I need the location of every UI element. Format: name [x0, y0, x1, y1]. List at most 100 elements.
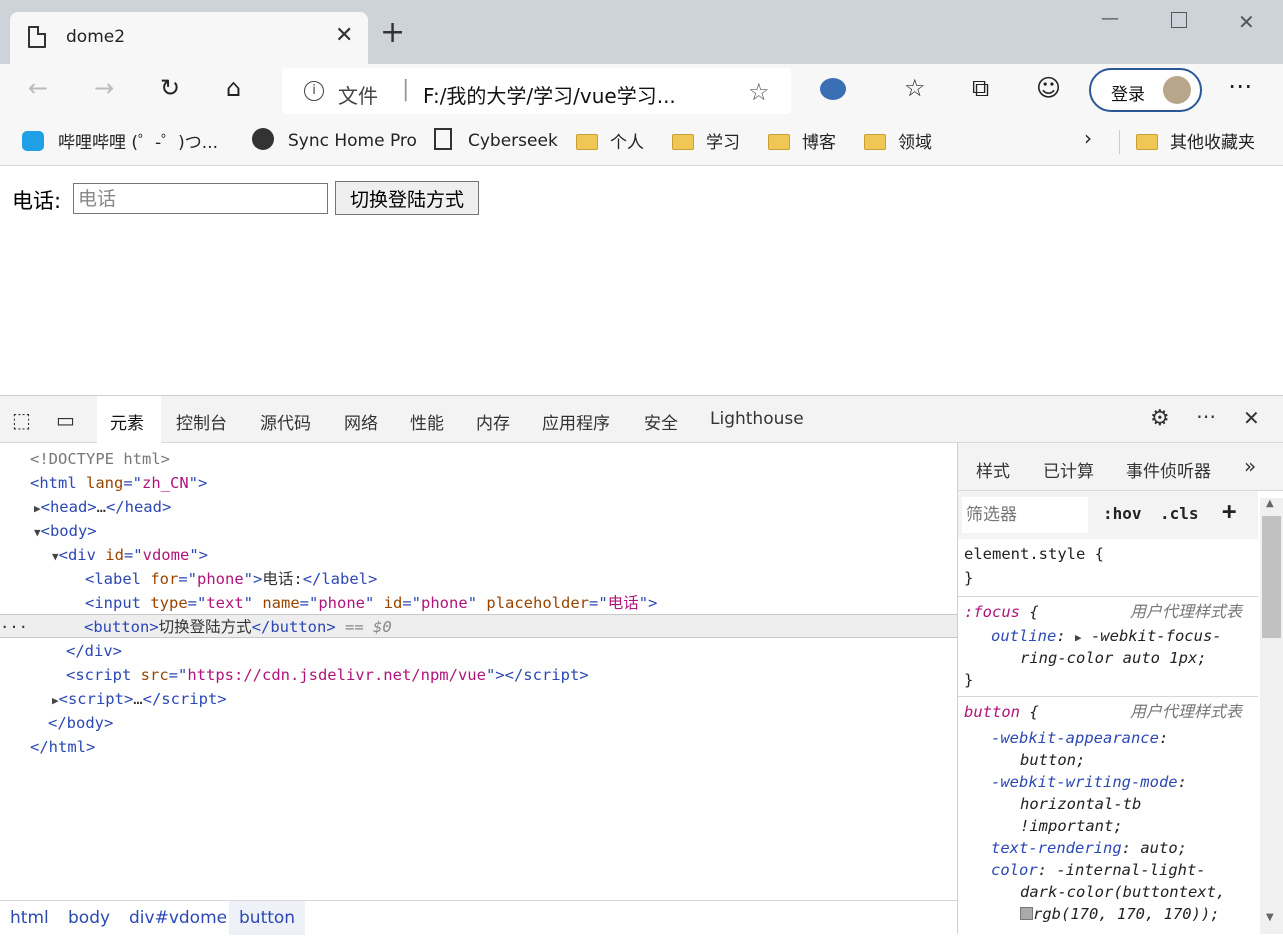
tree-line-div-close[interactable]: </div> [66, 639, 1023, 663]
crumb-button[interactable]: button [229, 901, 306, 935]
prop-color[interactable]: color: -internal-light- [991, 859, 1206, 881]
address-bar[interactable]: i 文件 | F:/我的大学/学习/vue学习... ☆ [282, 68, 791, 114]
tree-line-body-close[interactable]: </body> [48, 711, 1005, 735]
rule-selector[interactable]: button { [964, 701, 1039, 723]
tree-line-script-src[interactable]: <script src="https://cdn.jsdelivr.net/np… [66, 663, 1023, 687]
address-file-label: 文件 [338, 84, 378, 108]
tab-security[interactable]: 安全 [644, 409, 678, 434]
cls-button[interactable]: .cls [1160, 504, 1199, 523]
bookmark-folder-blog[interactable]: 博客 [768, 128, 836, 153]
login-label: 登录 [1111, 85, 1145, 105]
close-window-icon[interactable]: ✕ [1238, 10, 1255, 34]
close-tab-icon[interactable]: ✕ [335, 23, 353, 48]
breadcrumb: html body div#vdome button [0, 900, 957, 935]
styles-filter-input[interactable] [962, 497, 1088, 533]
tab-elements[interactable]: 元素 [98, 409, 156, 448]
tab-computed[interactable]: 已计算 [1043, 457, 1094, 482]
bookmark-divider [1119, 130, 1120, 154]
rule-button: button { 用户代理样式表 -webkit-appearance: but… [958, 699, 1258, 939]
rule-selector[interactable]: :focus { [964, 601, 1039, 623]
browser-tab[interactable]: dome2 ✕ [10, 12, 368, 64]
collections-icon[interactable]: ⧉ [972, 76, 989, 100]
rule-close: } [964, 671, 974, 689]
prop-webkit-writing-mode[interactable]: -webkit-writing-mode: [991, 771, 1187, 793]
back-icon[interactable]: ← [28, 76, 48, 100]
feedback-icon[interactable]: ☺ [1036, 76, 1061, 100]
tree-line-body[interactable]: ▼<body> [34, 519, 991, 543]
scroll-up-icon[interactable]: ▲ [1266, 498, 1274, 509]
tab-styles[interactable]: 样式 [972, 457, 1014, 494]
prop-outline-cont: ring-color auto 1px; [1020, 649, 1207, 667]
scroll-down-icon[interactable]: ▼ [1266, 912, 1274, 923]
sync-icon [252, 128, 274, 150]
bookmark-bilibili[interactable]: 哔哩哔哩 (゜-゜)つ... [22, 128, 218, 153]
gear-icon[interactable]: ⚙ [1150, 406, 1170, 431]
bookmark-cyberseek[interactable]: Cyberseek [434, 128, 558, 152]
tab-lighthouse[interactable]: Lighthouse [710, 409, 804, 429]
color-swatch[interactable] [1020, 907, 1033, 920]
tree-line-html[interactable]: <html lang="zh_CN"> [30, 471, 987, 495]
bookmark-folder-other[interactable]: 其他收藏夹 [1136, 128, 1255, 153]
crumb-html[interactable]: html [10, 908, 49, 928]
more-icon[interactable]: ⋯ [1228, 74, 1252, 98]
tree-line-html-close[interactable]: </html> [30, 735, 987, 759]
rule-selector[interactable]: element.style { [964, 543, 1104, 565]
tree-line-div[interactable]: ▼<div id="vdome"> [52, 543, 1009, 567]
tab-memory[interactable]: 内存 [476, 409, 510, 434]
refresh-icon[interactable]: ↻ [160, 76, 180, 100]
rule-close: } [964, 569, 974, 587]
styles-scrollbar-thumb[interactable] [1262, 516, 1281, 638]
hov-button[interactable]: :hov [1103, 504, 1142, 523]
bookmark-label: Cyberseek [468, 131, 558, 151]
bookmark-folder-personal[interactable]: 个人 [576, 128, 644, 153]
tab-application[interactable]: 应用程序 [542, 409, 610, 434]
prop-outline[interactable]: outline: ▶ -webkit-focus- [991, 625, 1222, 649]
folder-icon [768, 134, 790, 150]
prop-webkit-appearance[interactable]: -webkit-appearance: [991, 727, 1168, 749]
devtools-tabbar: ⬚ ▭ 元素 控制台 源代码 网络 性能 内存 应用程序 安全 Lighthou… [0, 395, 1283, 448]
chevron-right-icon[interactable]: › [1084, 126, 1092, 150]
prop-color-value: dark-color(buttontext, [1020, 883, 1226, 901]
tree-line-doctype[interactable]: <!DOCTYPE html> [30, 447, 987, 471]
tab-sources[interactable]: 源代码 [260, 409, 311, 434]
tab-network[interactable]: 网络 [344, 409, 378, 434]
address-url[interactable]: F:/我的大学/学习/vue学习... [423, 80, 676, 109]
bookmark-folder-domain[interactable]: 领域 [864, 128, 932, 153]
new-tab-button[interactable]: + [380, 18, 405, 48]
tab-performance[interactable]: 性能 [410, 409, 444, 434]
new-rule-icon[interactable]: + [1222, 497, 1236, 525]
extension-icon[interactable] [820, 78, 846, 100]
crumb-div[interactable]: div#vdome [129, 908, 227, 928]
tree-line-button-selected[interactable]: ··· <button>切换登陆方式</button> == $0 [0, 614, 957, 638]
minimize-icon[interactable]: — [1101, 8, 1119, 29]
tree-line-script[interactable]: ▶<script>…</script> [52, 687, 1009, 711]
tree-line-input[interactable]: <input type="text" name="phone" id="phon… [85, 591, 1042, 615]
more-tabs-icon[interactable]: » [1244, 454, 1256, 478]
phone-input[interactable] [73, 183, 328, 214]
forward-icon[interactable]: → [94, 76, 114, 100]
favorite-star-icon[interactable]: ☆ [748, 78, 770, 106]
more-options-icon[interactable]: ⋯ [1196, 404, 1216, 428]
inspect-icon[interactable]: ⬚ [12, 408, 31, 432]
crumb-body[interactable]: body [68, 908, 110, 928]
prop-writing-mode-value: horizontal-tb [1020, 795, 1142, 813]
bookmark-sync-home-pro[interactable]: Sync Home Pro [252, 128, 417, 152]
home-icon[interactable]: ⌂ [226, 76, 241, 100]
bilibili-icon [22, 131, 44, 151]
tab-event-listeners[interactable]: 事件侦听器 [1126, 457, 1211, 482]
bookmark-folder-study[interactable]: 学习 [672, 128, 740, 153]
bookmark-label: 博客 [802, 133, 836, 153]
rule-focus: :focus { 用户代理样式表 outline: ▶ -webkit-focu… [958, 599, 1258, 697]
maximize-icon[interactable] [1171, 12, 1187, 28]
prop-text-rendering[interactable]: text-rendering: auto; [991, 837, 1187, 859]
close-devtools-icon[interactable]: ✕ [1243, 406, 1260, 430]
switch-login-button[interactable]: 切换登陆方式 [335, 181, 479, 215]
document-icon [28, 26, 46, 48]
tree-line-label[interactable]: <label for="phone">电话:</label> [85, 567, 1042, 591]
info-icon[interactable]: i [304, 81, 324, 101]
login-button[interactable]: 登录 [1089, 68, 1202, 112]
tree-line-head[interactable]: ▶<head>…</head> [34, 495, 991, 519]
tab-console[interactable]: 控制台 [176, 409, 227, 434]
device-emulation-icon[interactable]: ▭ [56, 408, 75, 432]
favorites-icon[interactable]: ☆ [904, 76, 926, 100]
